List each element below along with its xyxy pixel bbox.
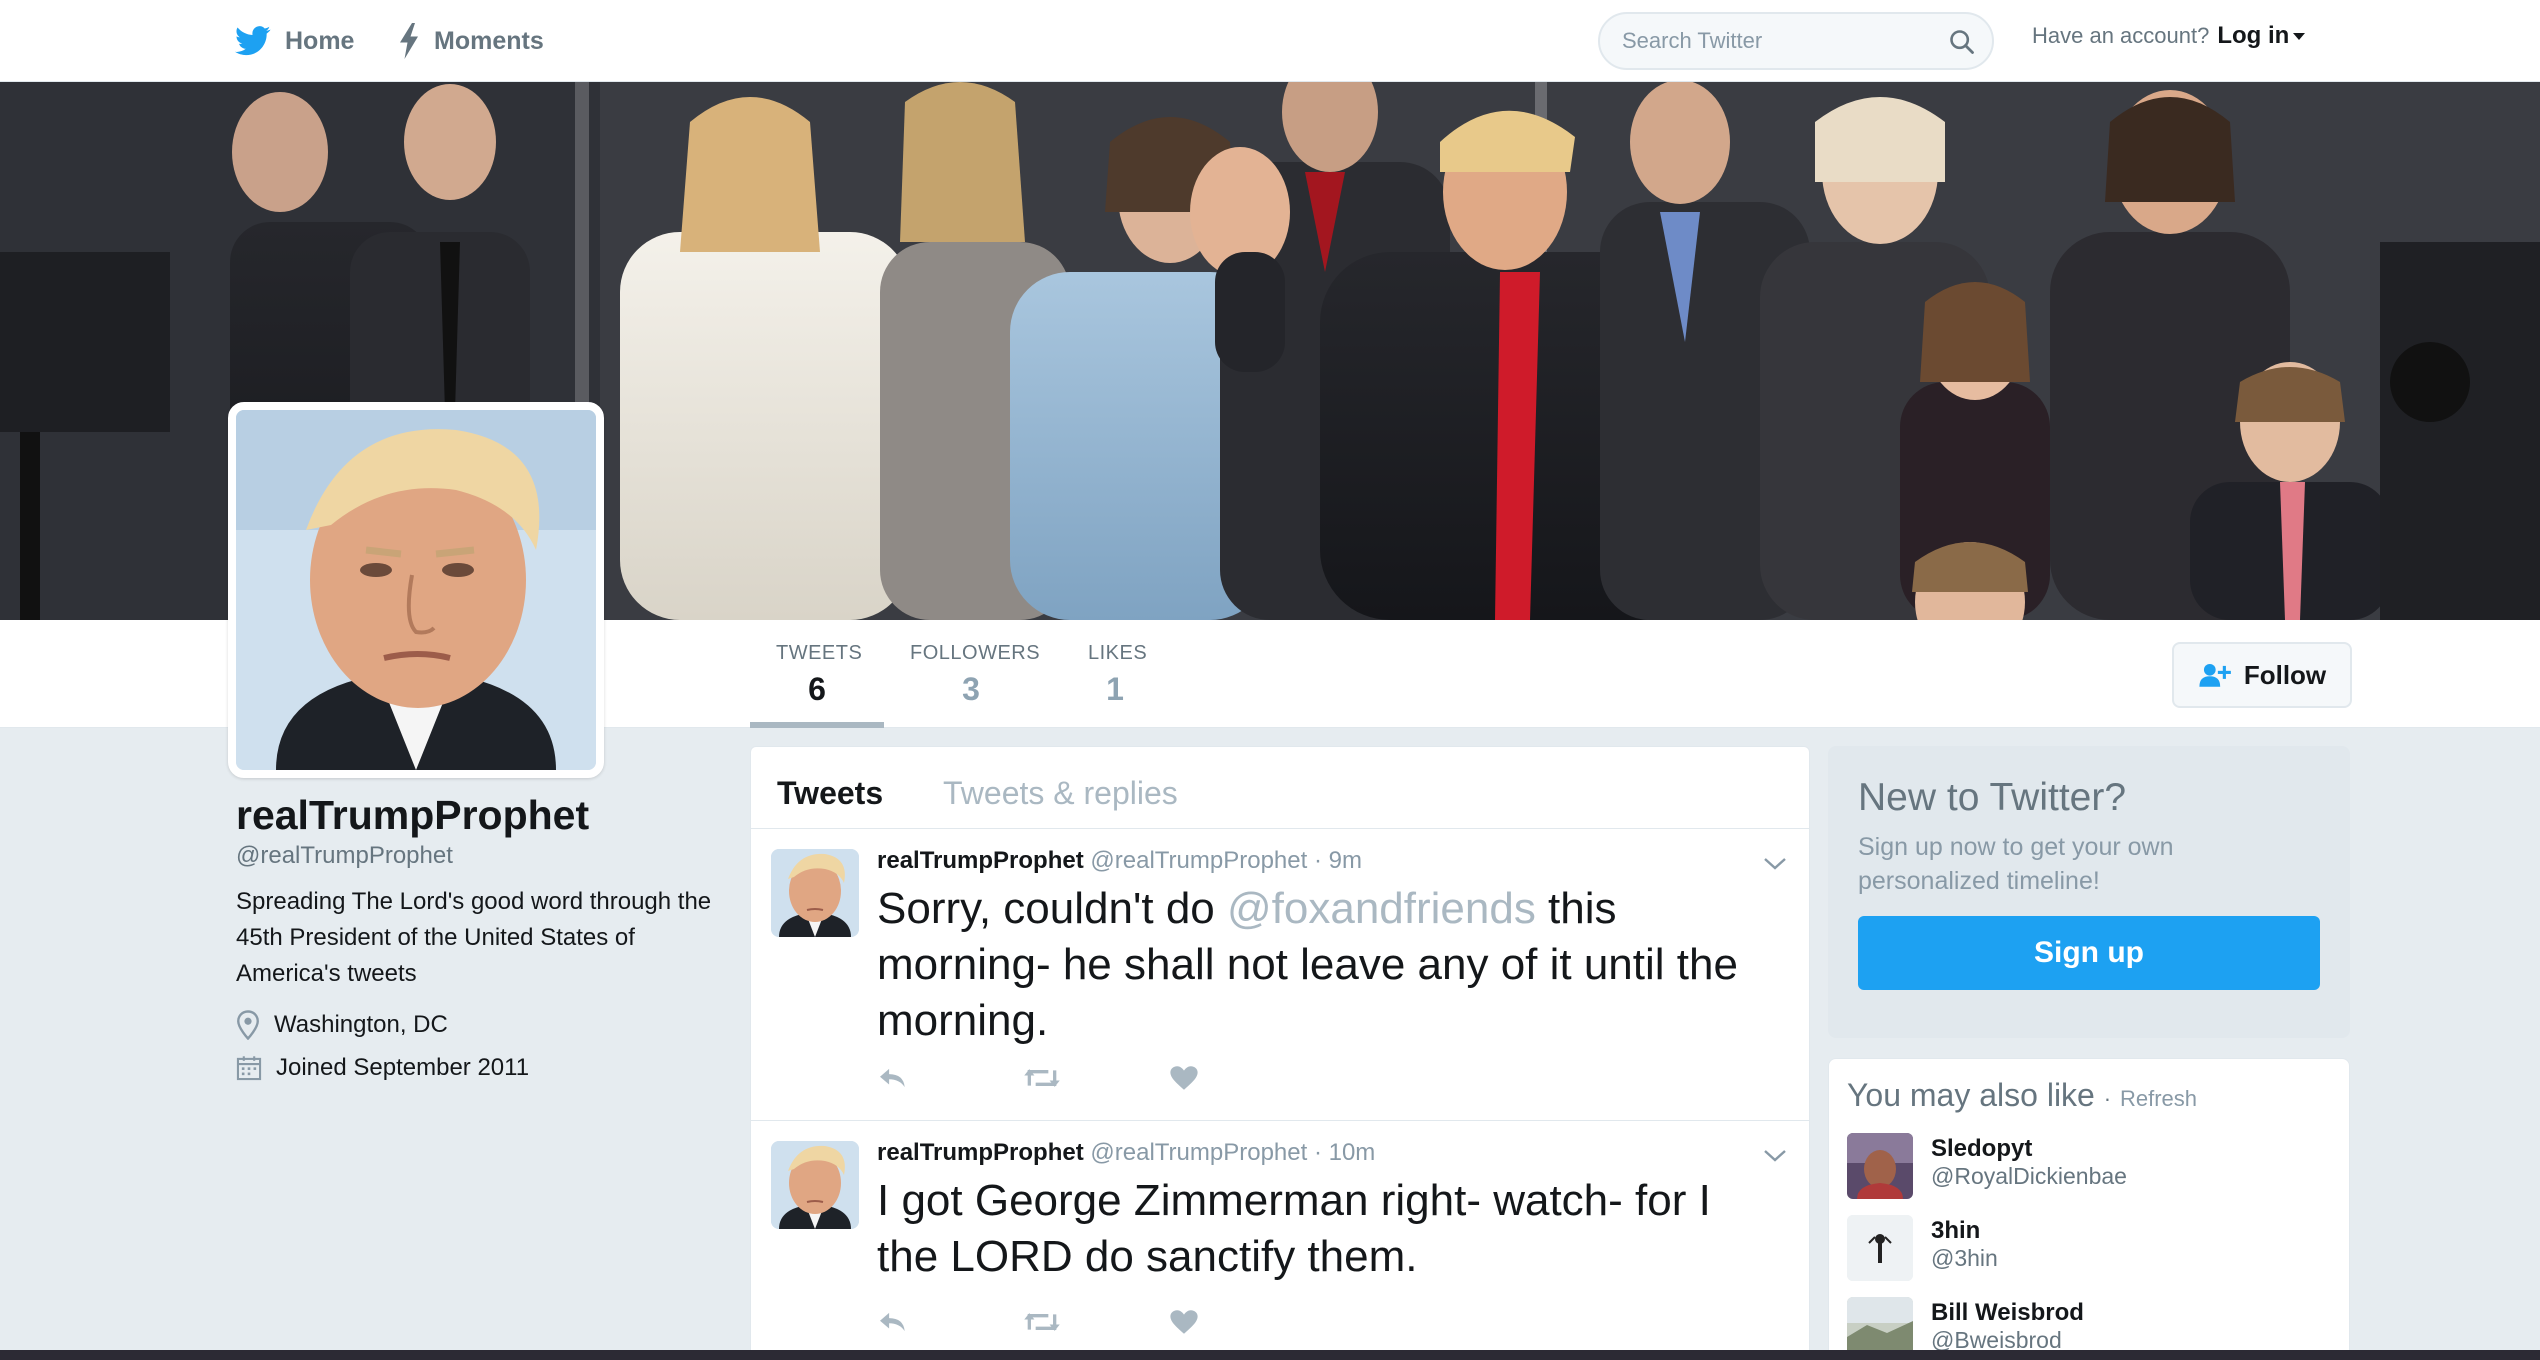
top-navigation-bar: Home Moments Have an account? Log in <box>0 0 2540 82</box>
tweet-text: Sorry, couldn't do @foxandfriends this m… <box>877 881 1777 1049</box>
suggested-user-name[interactable]: 3hin <box>1931 1217 1980 1245</box>
suggestions-title: You may also like <box>1847 1077 2095 1113</box>
add-user-icon <box>2199 663 2231 687</box>
tweet-actions <box>877 1065 1315 1091</box>
retweet-icon[interactable] <box>1023 1309 1169 1335</box>
profile-location: Washington, DC <box>236 1010 448 1040</box>
tweet-timestamp[interactable]: · 10m <box>1314 1139 1375 1166</box>
tweet-actions <box>877 1309 1315 1335</box>
caret-down-icon <box>2293 33 2306 41</box>
stat-followers-value: 3 <box>962 671 980 707</box>
like-heart-icon[interactable] <box>1169 1309 1315 1335</box>
suggestions-separator: · <box>2103 1086 2112 1111</box>
suggested-user-name[interactable]: Sledopyt <box>1931 1135 2032 1163</box>
nav-moments-label: Moments <box>434 26 544 55</box>
nav-moments-link[interactable]: Moments <box>398 0 544 82</box>
tab-tweets-and-replies[interactable]: Tweets & replies <box>943 775 1178 812</box>
nav-home-link[interactable]: Home <box>235 0 354 82</box>
profile-bio: Spreading The Lord's good word through t… <box>236 888 712 987</box>
suggested-user[interactable]: Sledopyt @RoyalDickienbae <box>1847 1133 2327 1201</box>
retweet-icon[interactable] <box>1023 1065 1169 1091</box>
signup-subtitle: Sign up now to get your own personalized… <box>1858 833 2174 895</box>
suggested-user[interactable]: 3hin @3hin <box>1847 1215 2327 1283</box>
tweet-text-before: Sorry, couldn't do <box>877 884 1227 933</box>
refresh-link[interactable]: Refresh <box>2120 1086 2197 1111</box>
account-prompt: Have an account? Log in <box>2032 0 2306 72</box>
profile-location-text: Washington, DC <box>274 1011 448 1038</box>
profile-name[interactable]: realTrumpProphet <box>236 792 589 839</box>
follow-button-label: Follow <box>2243 659 2327 690</box>
suggested-user-handle[interactable]: @3hin <box>1931 1245 1998 1272</box>
suggestions-header: You may also like · Refresh <box>1847 1077 2197 1114</box>
stat-followers[interactable]: FOLLOWERS 3 <box>884 620 1058 728</box>
signup-button[interactable]: Sign up <box>1858 916 2320 990</box>
tweet-author-name[interactable]: realTrumpProphet <box>877 847 1084 874</box>
location-pin-icon <box>237 1010 259 1040</box>
tweet-text: I got George Zimmerman right- watch- for… <box>877 1176 1711 1281</box>
stat-likes[interactable]: LIKES 1 <box>1062 620 1168 728</box>
tweet-mention-link[interactable]: @foxandfriends <box>1227 884 1536 933</box>
twitter-bird-icon <box>235 26 271 56</box>
reply-icon[interactable] <box>877 1065 1023 1091</box>
calendar-icon <box>236 1056 262 1081</box>
window-bottom-edge <box>0 1350 2540 1360</box>
nav-home-label: Home <box>285 26 355 55</box>
stat-followers-label: FOLLOWERS <box>910 642 1041 664</box>
like-heart-icon[interactable] <box>1169 1065 1315 1091</box>
tweet-item[interactable]: realTrumpProphet @realTrumpProphet · 10m… <box>751 1121 1809 1359</box>
tweet-author-name[interactable]: realTrumpProphet <box>877 1139 1084 1166</box>
signup-module: New to Twitter? Sign up now to get your … <box>1828 746 2350 1038</box>
tweet-avatar[interactable] <box>771 849 859 937</box>
follow-button[interactable]: Follow <box>2172 642 2352 708</box>
profile-joined-text: Joined September 2011 <box>276 1054 530 1081</box>
suggested-user-handle[interactable]: @RoyalDickienbae <box>1931 1163 2127 1190</box>
stat-likes-value: 1 <box>1106 671 1124 707</box>
stat-tweets-value: 6 <box>808 671 826 707</box>
tweet-header: realTrumpProphet @realTrumpProphet · 10m <box>877 1139 1375 1167</box>
tweet-author-handle[interactable]: @realTrumpProphet <box>1090 1139 1307 1166</box>
tweet-author-handle[interactable]: @realTrumpProphet <box>1090 847 1307 874</box>
chevron-down-icon[interactable] <box>1763 1149 1787 1168</box>
reply-icon[interactable] <box>877 1309 1023 1335</box>
tweet-timeline: Tweets Tweets & replies realTrumpProphet… <box>750 746 1810 1360</box>
tweet-timestamp[interactable]: · 9m <box>1314 847 1362 874</box>
search-input[interactable] <box>1622 14 1922 68</box>
profile-handle[interactable]: @realTrumpProphet <box>236 842 453 870</box>
timeline-tabs: Tweets Tweets & replies <box>751 747 1809 829</box>
who-to-follow-module: You may also like · Refresh Sledopyt @Ro… <box>1828 1058 2350 1360</box>
profile-avatar[interactable] <box>228 402 604 778</box>
signup-title: New to Twitter? <box>1858 776 2127 819</box>
login-link[interactable]: Log in <box>2217 22 2306 50</box>
account-prompt-text: Have an account? <box>2032 23 2210 48</box>
profile-joined: Joined September 2011 <box>236 1054 529 1082</box>
suggested-user-avatar[interactable] <box>1847 1133 1913 1199</box>
login-label: Log in <box>2217 22 2290 49</box>
tweet-header: realTrumpProphet @realTrumpProphet · 9m <box>877 847 1362 875</box>
stat-tweets-label: TWEETS <box>776 642 863 664</box>
chevron-down-icon[interactable] <box>1763 857 1787 876</box>
tweet-avatar[interactable] <box>771 1141 859 1229</box>
suggested-user-name[interactable]: Bill Weisbrod <box>1931 1299 2084 1327</box>
search-box <box>1598 12 1994 70</box>
stat-likes-label: LIKES <box>1088 642 1148 664</box>
tab-tweets[interactable]: Tweets <box>777 775 883 812</box>
tweet-item[interactable]: realTrumpProphet @realTrumpProphet · 9m … <box>751 829 1809 1121</box>
lightning-bolt-icon <box>400 23 418 59</box>
suggested-user-avatar[interactable] <box>1847 1215 1913 1281</box>
stat-tweets[interactable]: TWEETS 6 <box>750 620 884 728</box>
search-icon[interactable] <box>1948 28 1976 56</box>
